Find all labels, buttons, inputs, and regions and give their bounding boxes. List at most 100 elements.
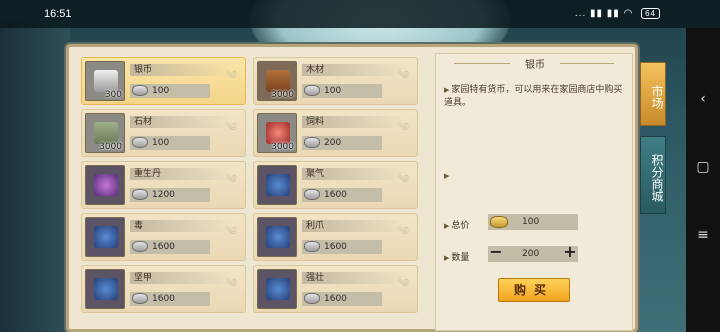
item-icon-frame: 3000: [257, 113, 297, 153]
scroll-icon: [266, 278, 290, 300]
silver-coin-icon: [132, 293, 148, 304]
cloud-ornament-icon: ༄: [397, 276, 409, 290]
item-card[interactable]: 重生丹 ༄ 1200: [81, 161, 246, 209]
cloud-ornament-icon: ༄: [397, 172, 409, 186]
cloud-ornament-icon: ༄: [225, 276, 237, 290]
item-name-bar: [130, 220, 234, 232]
item-icon-frame: 300: [85, 61, 125, 101]
item-quantity: 3000: [271, 142, 294, 152]
silver-coin-icon: [132, 137, 148, 148]
tab-market[interactable]: 市场: [640, 62, 666, 126]
scroll-icon: [94, 278, 118, 300]
signal-icons: ... ▮▮ ▮▮ ◠: [574, 8, 634, 19]
buy-button[interactable]: 购买: [498, 278, 570, 302]
item-icon-frame: 3000: [85, 113, 125, 153]
item-card[interactable]: 3000 饲料 ༄ 200: [253, 109, 418, 157]
wood-logs-icon: [266, 70, 290, 92]
item-card[interactable]: 聚气 ༄ 1600: [253, 161, 418, 209]
increase-quantity-button[interactable]: +: [562, 244, 578, 261]
item-card[interactable]: 毒 ༄ 1600: [81, 213, 246, 261]
detail-panel: 银币 ▶ 家园特有货币，可以用来在家园商店中购买道具。 ▶ ▶ 总价 100 ▶ 数量…: [435, 53, 633, 331]
cloud-ornament-icon: ༄: [225, 120, 237, 134]
silver-coin-icon: [304, 241, 320, 252]
android-nav-bar: ‹ ▢ ≡: [686, 28, 720, 332]
item-icon-frame: [85, 217, 125, 257]
silver-coin-icon: [304, 85, 320, 96]
bullet-icon: ▶: [444, 172, 450, 180]
silver-coin-icon: [132, 241, 148, 252]
silver-coin-icon: [304, 293, 320, 304]
item-icon-frame: [257, 165, 297, 205]
item-card[interactable]: 300 银币 ༄ 100: [81, 57, 246, 105]
item-name: 坚甲: [134, 273, 153, 283]
bullet-icon: ▶: [444, 222, 450, 230]
item-card[interactable]: 坚甲 ༄ 1600: [81, 265, 246, 313]
bullet-icon: ▶: [444, 254, 450, 262]
quantity-value[interactable]: 200: [522, 249, 539, 259]
item-icon-frame: [257, 217, 297, 257]
item-name: 利爪: [306, 221, 325, 231]
detail-title: 银币: [510, 56, 560, 71]
item-name: 毒: [134, 221, 144, 231]
item-card[interactable]: 3000 石材 ༄ 100: [81, 109, 246, 157]
item-icon-frame: 3000: [257, 61, 297, 101]
item-price: 100: [324, 86, 342, 96]
item-price: 1600: [324, 294, 347, 304]
quantity-label: ▶ 数量: [444, 253, 470, 263]
item-price: 100: [152, 138, 170, 148]
feed-ball-icon: [266, 122, 290, 144]
back-icon[interactable]: ‹: [694, 90, 712, 108]
cloud-ornament-icon: ༄: [225, 68, 237, 82]
status-bar: 16:51 ... ▮▮ ▮▮ ◠ 64: [0, 0, 720, 28]
rebirth-pill-icon: [94, 174, 118, 196]
item-card[interactable]: 利爪 ༄ 1600: [253, 213, 418, 261]
item-price: 1200: [152, 190, 175, 200]
item-price: 1600: [152, 242, 175, 252]
item-card[interactable]: 强壮 ༄ 1600: [253, 265, 418, 313]
background-left: [0, 20, 70, 332]
item-quantity: 3000: [271, 90, 294, 100]
item-icon-frame: [85, 269, 125, 309]
item-name: 银币: [134, 65, 153, 75]
cloud-ornament-icon: ༄: [225, 172, 237, 186]
item-name: 木材: [306, 65, 325, 75]
item-icon-frame: [257, 269, 297, 309]
item-price: 1600: [324, 190, 347, 200]
silver-ingot-icon: [94, 70, 118, 92]
gold-ingot-icon: [490, 216, 508, 228]
tab-points-mall[interactable]: 积分商城: [640, 136, 666, 214]
item-quantity: 300: [104, 90, 122, 100]
battery-icon: 64: [641, 8, 660, 19]
item-quantity: 3000: [99, 142, 122, 152]
scroll-icon: [94, 226, 118, 248]
total-label: ▶ 总价: [444, 221, 470, 231]
description-text: 家园特有货币，可以用来在家园商店中购买道具。: [444, 85, 623, 108]
cloud-ornament-icon: ༄: [397, 68, 409, 82]
silver-coin-icon: [132, 85, 148, 96]
detail-description: ▶ 家园特有货币，可以用来在家园商店中购买道具。: [444, 84, 624, 110]
item-name: 饲料: [306, 117, 325, 127]
cloud-ornament-icon: ༄: [397, 224, 409, 238]
item-price: 1600: [152, 294, 175, 304]
status-indicators: ... ▮▮ ▮▮ ◠ 64: [575, 8, 660, 19]
shop-panel: 300 银币 ༄ 100 3000 木材 ༄ 100 3000 石材 ༄ 100: [66, 44, 638, 332]
cloud-ornament-icon: ༄: [225, 224, 237, 238]
total-value: 100: [522, 217, 540, 227]
bullet-icon: ▶: [444, 86, 450, 94]
scroll-icon: [266, 226, 290, 248]
item-card[interactable]: 3000 木材 ༄ 100: [253, 57, 418, 105]
item-icon-frame: [85, 165, 125, 205]
item-grid[interactable]: 300 银币 ༄ 100 3000 木材 ༄ 100 3000 石材 ༄ 100: [77, 55, 425, 331]
status-time: 16:51: [44, 8, 72, 20]
silver-coin-icon: [304, 137, 320, 148]
menu-icon[interactable]: ≡: [694, 226, 712, 244]
item-name: 石材: [134, 117, 153, 127]
cloud-ornament-icon: ༄: [397, 120, 409, 134]
silver-coin-icon: [304, 189, 320, 200]
decrease-quantity-button[interactable]: −: [488, 244, 504, 261]
item-name: 重生丹: [134, 169, 162, 179]
silver-coin-icon: [132, 189, 148, 200]
item-price: 200: [324, 138, 342, 148]
scroll-icon: [266, 174, 290, 196]
home-icon[interactable]: ▢: [694, 158, 712, 176]
